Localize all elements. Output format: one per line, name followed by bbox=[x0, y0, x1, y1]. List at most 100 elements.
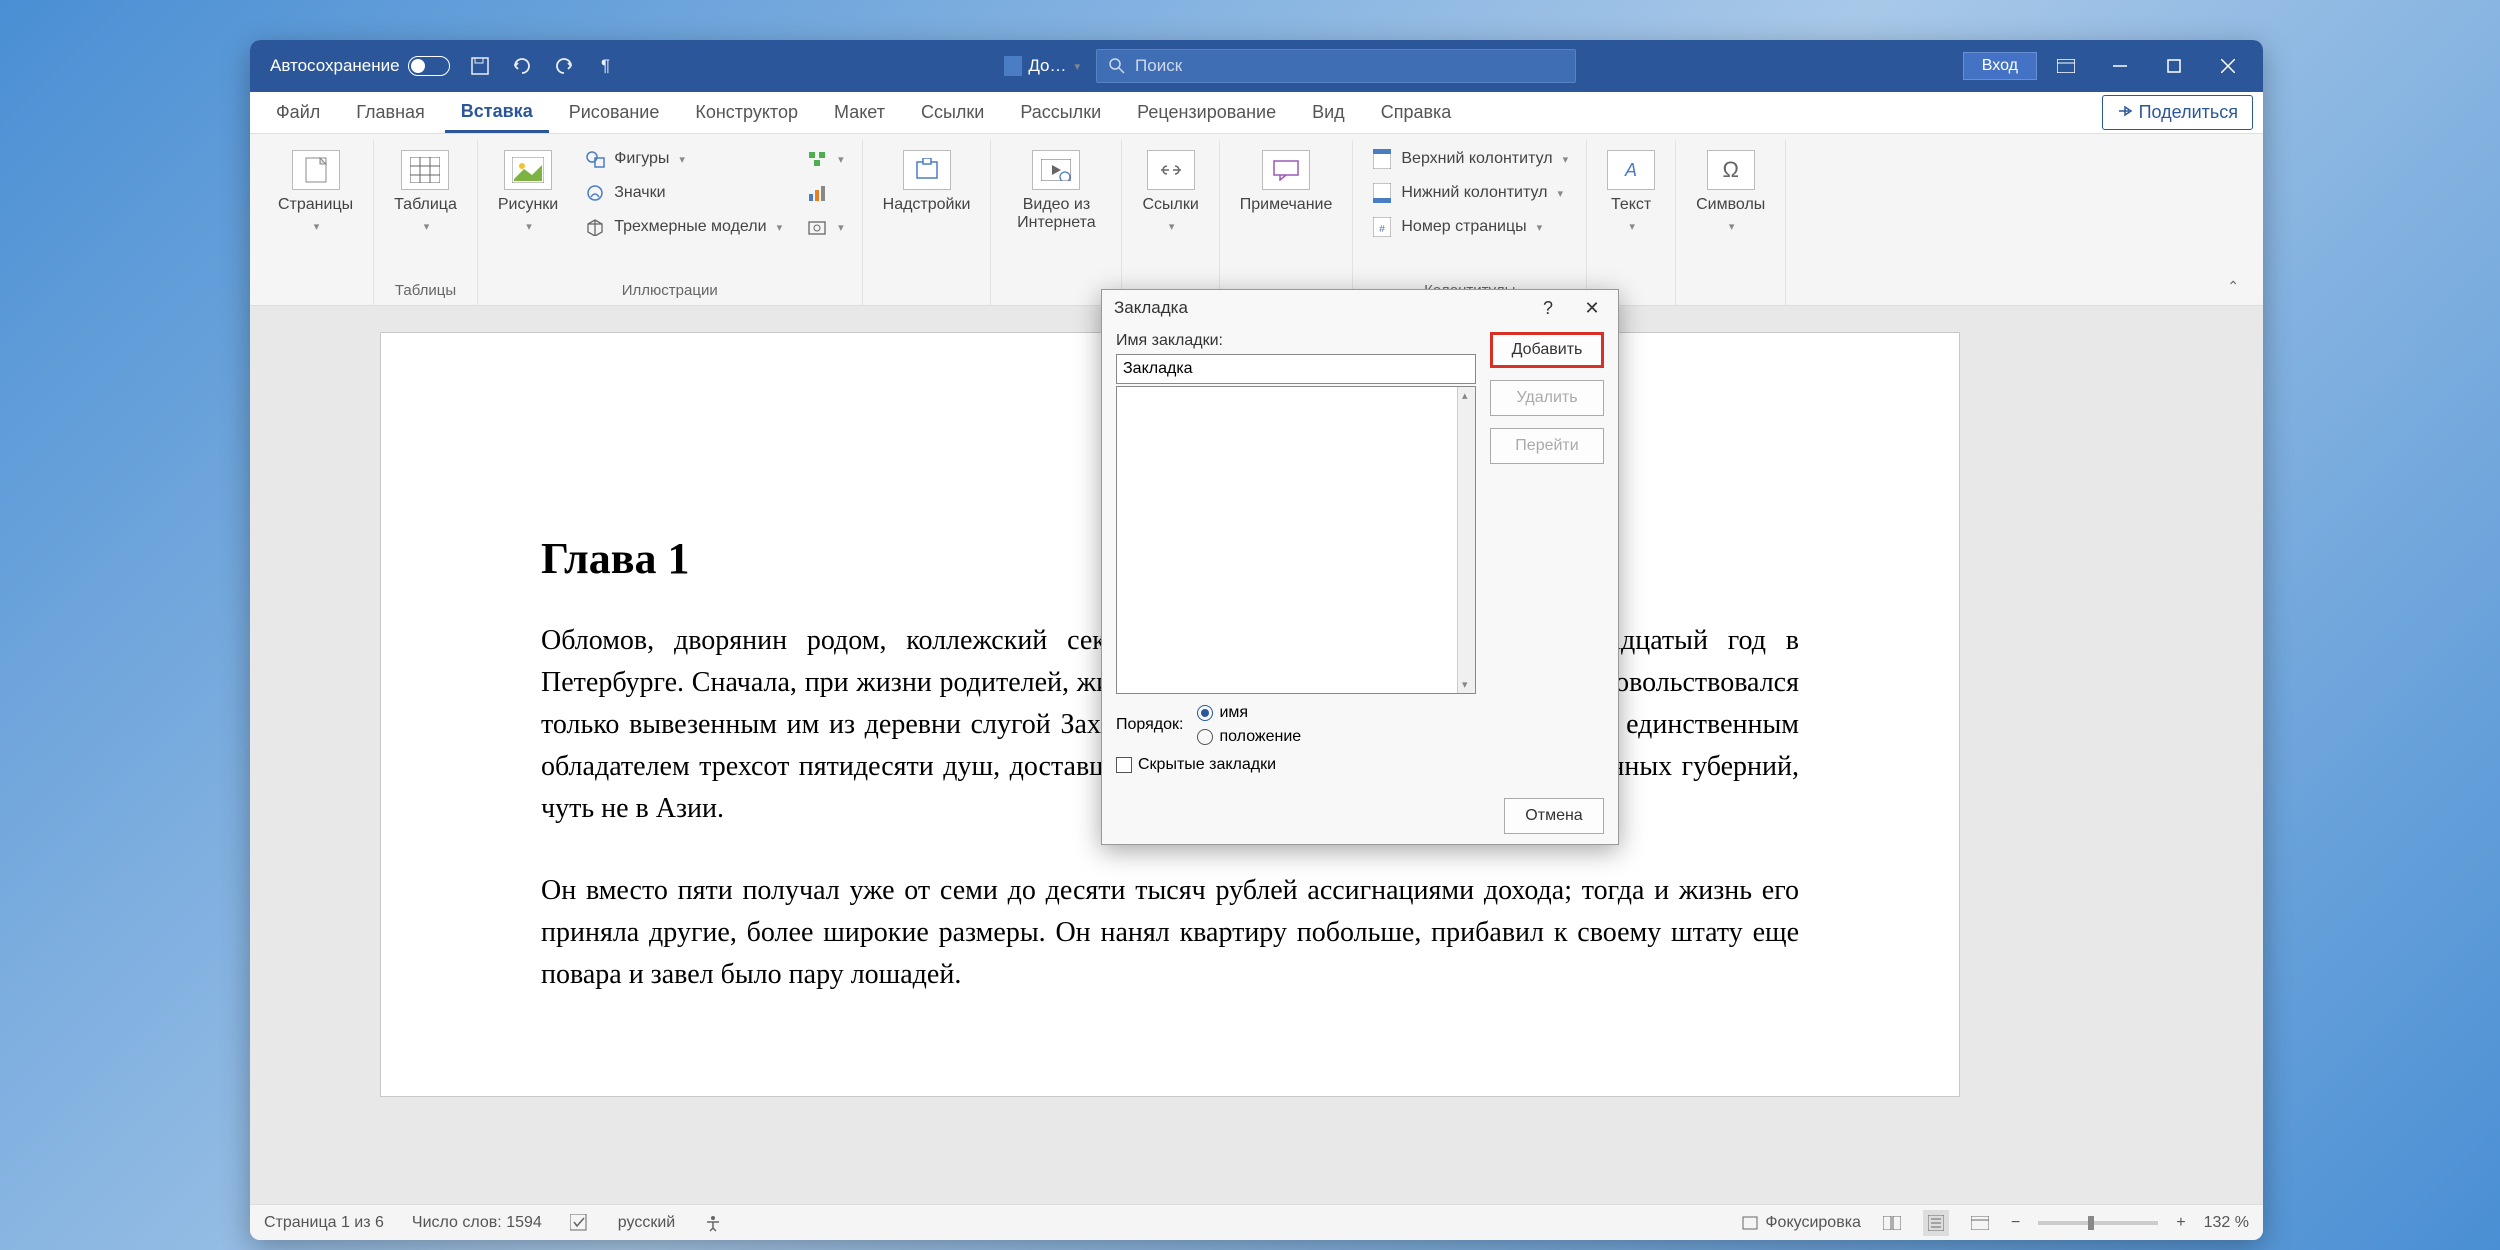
tab-view[interactable]: Вид bbox=[1296, 94, 1361, 131]
text-button[interactable]: A Текст▾ bbox=[1597, 144, 1665, 239]
tab-layout[interactable]: Макет bbox=[818, 94, 901, 131]
group-media: Видео из Интернета bbox=[991, 140, 1122, 305]
maximize-icon[interactable] bbox=[2149, 46, 2199, 86]
screenshot-icon bbox=[806, 216, 828, 238]
shapes-button[interactable]: Фигуры▾ bbox=[576, 144, 790, 174]
group-tables: Таблица▾ Таблицы bbox=[374, 140, 478, 305]
group-headerfooter: Верхний колонтитул▾ Нижний колонтитул▾ #… bbox=[1353, 140, 1587, 305]
picture-icon bbox=[504, 150, 552, 190]
symbols-button[interactable]: Ω Символы▾ bbox=[1686, 144, 1775, 239]
footer-button[interactable]: Нижний колонтитул▾ bbox=[1363, 178, 1576, 208]
toggle-switch[interactable] bbox=[408, 56, 450, 76]
page-icon bbox=[292, 150, 340, 190]
add-button[interactable]: Добавить bbox=[1490, 332, 1604, 368]
sort-by-location-radio[interactable]: положение bbox=[1197, 728, 1301, 746]
pictures-button[interactable]: Рисунки▾ bbox=[488, 144, 568, 239]
tab-design[interactable]: Конструктор bbox=[679, 94, 814, 131]
ribbon-display-icon[interactable] bbox=[2041, 46, 2091, 86]
delete-button[interactable]: Удалить bbox=[1490, 380, 1604, 416]
tab-mailings[interactable]: Рассылки bbox=[1004, 94, 1117, 131]
group-symbols: Ω Символы▾ bbox=[1676, 140, 1786, 305]
tab-references[interactable]: Ссылки bbox=[905, 94, 1000, 131]
tab-draw[interactable]: Рисование bbox=[553, 94, 676, 131]
addins-button[interactable]: Надстройки bbox=[873, 144, 981, 220]
header-icon bbox=[1371, 148, 1393, 170]
zoom-in-button[interactable]: + bbox=[2176, 1214, 2185, 1232]
screenshot-button[interactable]: ▾ bbox=[798, 212, 852, 242]
page-indicator[interactable]: Страница 1 из 6 bbox=[264, 1214, 384, 1232]
search-icon bbox=[1109, 58, 1125, 74]
table-button[interactable]: Таблица▾ bbox=[384, 144, 467, 239]
links-button[interactable]: Ссылки▾ bbox=[1132, 144, 1208, 239]
word-window: Автосохранение ¶ До… ▾ Поиск Вход bbox=[250, 40, 2263, 1240]
tab-insert[interactable]: Вставка bbox=[445, 93, 549, 133]
collapse-ribbon-icon[interactable]: ⌃ bbox=[2211, 268, 2255, 305]
smartart-icon bbox=[806, 148, 828, 170]
list-scrollbar[interactable] bbox=[1457, 387, 1475, 693]
zoom-level[interactable]: 132 % bbox=[2204, 1214, 2249, 1232]
save-icon[interactable] bbox=[468, 54, 492, 78]
bookmark-name-label: Имя закладки: bbox=[1116, 332, 1476, 350]
smartart-button[interactable]: ▾ bbox=[798, 144, 852, 174]
read-mode-icon[interactable] bbox=[1879, 1210, 1905, 1236]
goto-button[interactable]: Перейти bbox=[1490, 428, 1604, 464]
video-icon bbox=[1032, 150, 1080, 190]
tab-help[interactable]: Справка bbox=[1365, 94, 1468, 131]
sort-by-name-radio[interactable]: имя bbox=[1197, 704, 1301, 722]
bookmark-name-input[interactable] bbox=[1116, 354, 1476, 384]
focus-mode-button[interactable]: Фокусировка bbox=[1741, 1214, 1861, 1232]
online-video-button[interactable]: Видео из Интернета bbox=[1001, 144, 1111, 238]
document-name[interactable]: До… ▾ bbox=[1004, 56, 1080, 76]
accessibility-icon[interactable] bbox=[703, 1214, 723, 1232]
svg-text:A: A bbox=[1624, 160, 1637, 180]
tab-home[interactable]: Главная bbox=[340, 94, 441, 131]
hidden-bookmarks-checkbox[interactable]: Скрытые закладки bbox=[1116, 756, 1476, 774]
comment-icon bbox=[1262, 150, 1310, 190]
dialog-help-icon[interactable]: ? bbox=[1534, 294, 1562, 322]
tab-file[interactable]: Файл bbox=[260, 94, 336, 131]
redo-icon[interactable] bbox=[552, 54, 576, 78]
cancel-button[interactable]: Отмена bbox=[1504, 798, 1604, 834]
ribbon-tabs: Файл Главная Вставка Рисование Конструкт… bbox=[250, 92, 2263, 134]
autosave-toggle[interactable]: Автосохранение bbox=[270, 56, 450, 76]
shapes-icon bbox=[584, 148, 606, 170]
dialog-close-icon[interactable]: ✕ bbox=[1578, 294, 1606, 322]
table-icon bbox=[401, 150, 449, 190]
group-pages: Страницы▾ bbox=[258, 140, 374, 305]
word-count[interactable]: Число слов: 1594 bbox=[412, 1214, 542, 1232]
footer-icon bbox=[1371, 182, 1393, 204]
share-button[interactable]: Поделиться bbox=[2102, 95, 2253, 130]
zoom-out-button[interactable]: − bbox=[2011, 1214, 2020, 1232]
undo-icon[interactable] bbox=[510, 54, 534, 78]
sort-label: Порядок: bbox=[1116, 716, 1183, 734]
minimize-icon[interactable] bbox=[2095, 46, 2145, 86]
textbox-icon: A bbox=[1607, 150, 1655, 190]
chevron-down-icon: ▾ bbox=[1075, 60, 1081, 73]
chart-button[interactable] bbox=[798, 178, 852, 208]
comment-button[interactable]: Примечание bbox=[1230, 144, 1343, 220]
print-layout-icon[interactable] bbox=[1923, 1210, 1949, 1236]
word-doc-icon bbox=[1004, 56, 1022, 76]
spellcheck-icon[interactable] bbox=[570, 1214, 590, 1232]
3dmodels-button[interactable]: Трехмерные модели▾ bbox=[576, 212, 790, 242]
icons-button[interactable]: Значки bbox=[576, 178, 790, 208]
header-button[interactable]: Верхний колонтитул▾ bbox=[1363, 144, 1576, 174]
pagenum-icon: # bbox=[1371, 216, 1393, 238]
group-comments: Примечание bbox=[1220, 140, 1354, 305]
language-indicator[interactable]: русский bbox=[618, 1214, 675, 1232]
close-icon[interactable] bbox=[2203, 46, 2253, 86]
dialog-title-text: Закладка bbox=[1114, 298, 1188, 318]
addins-icon bbox=[903, 150, 951, 190]
pagenumber-button[interactable]: #Номер страницы▾ bbox=[1363, 212, 1576, 242]
tab-review[interactable]: Рецензирование bbox=[1121, 94, 1292, 131]
login-button[interactable]: Вход bbox=[1963, 52, 2037, 80]
pages-button[interactable]: Страницы▾ bbox=[268, 144, 363, 239]
web-layout-icon[interactable] bbox=[1967, 1210, 1993, 1236]
bookmark-list[interactable] bbox=[1116, 386, 1476, 694]
chart-icon bbox=[806, 182, 828, 204]
paragraph-mark-icon[interactable]: ¶ bbox=[594, 54, 618, 78]
search-input[interactable]: Поиск bbox=[1096, 49, 1576, 83]
omega-icon: Ω bbox=[1707, 150, 1755, 190]
autosave-label: Автосохранение bbox=[270, 56, 400, 76]
zoom-slider[interactable] bbox=[2038, 1221, 2158, 1225]
